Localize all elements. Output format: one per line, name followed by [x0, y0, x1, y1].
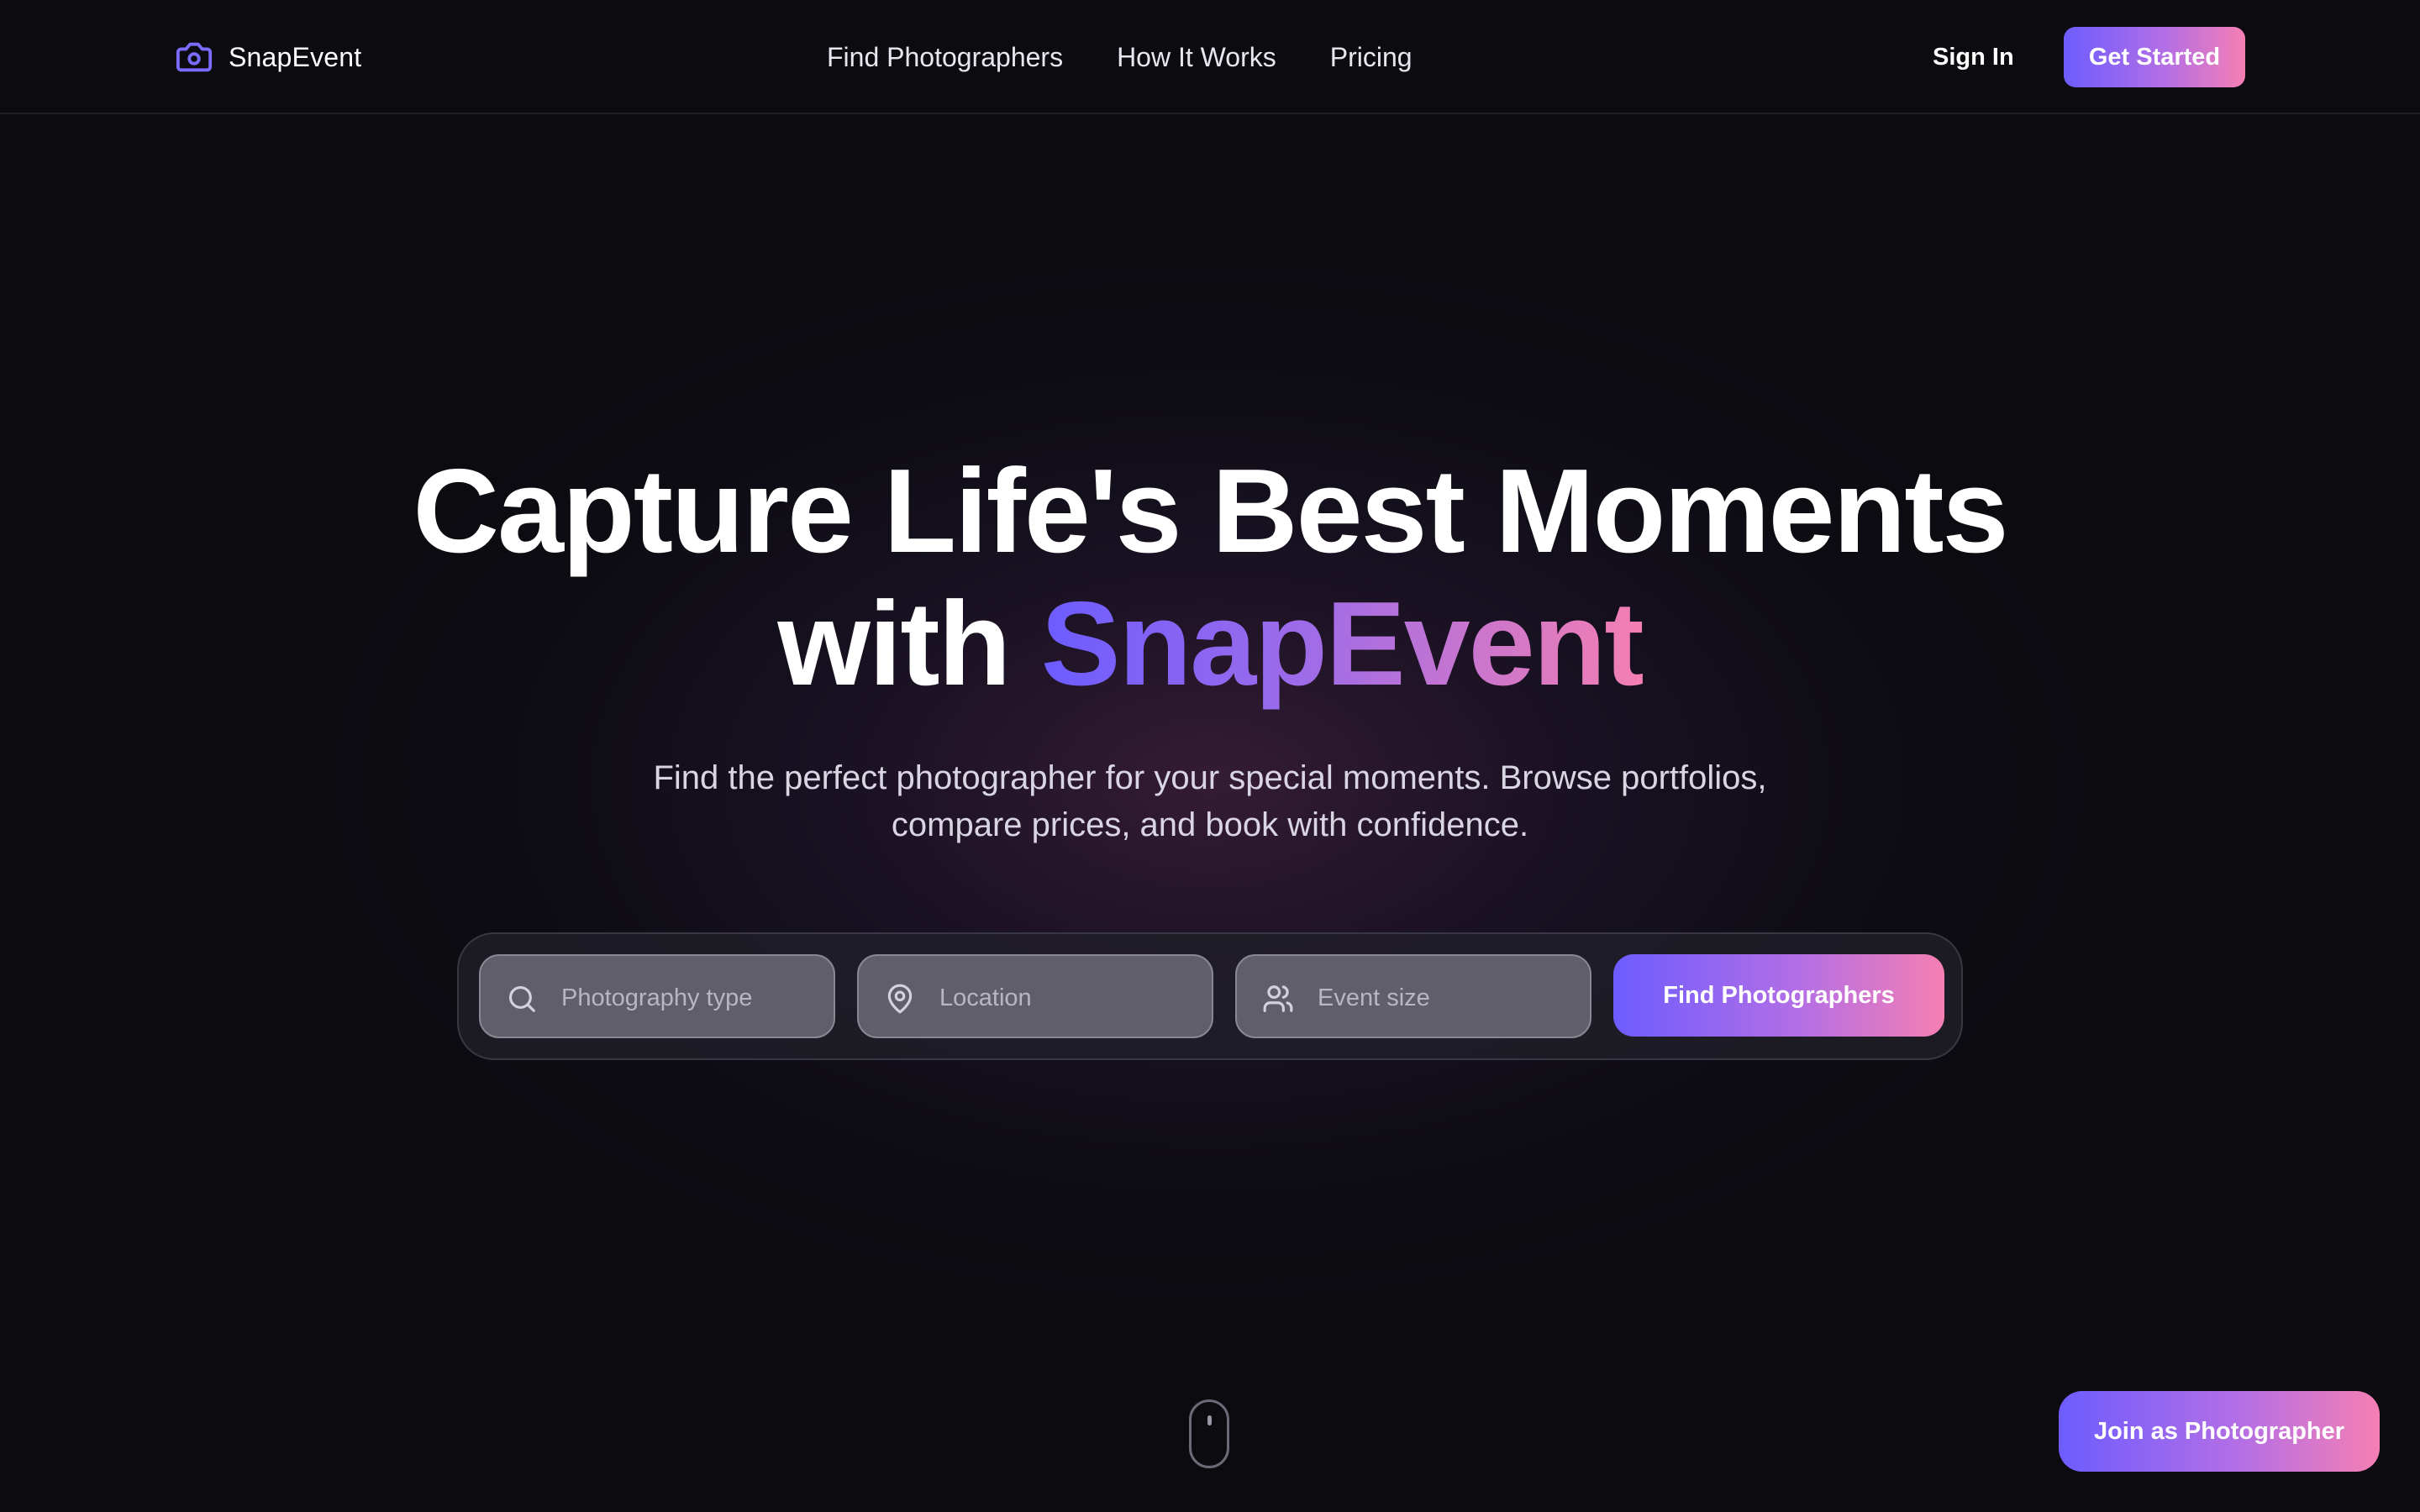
photography-type-input[interactable]: Photography type	[479, 954, 835, 1038]
location-input[interactable]: Location	[857, 954, 1213, 1038]
users-icon	[1263, 985, 1293, 1012]
hero-title-brand: SnapEvent	[1040, 577, 1644, 711]
camera-icon	[176, 42, 213, 72]
location-placeholder: Location	[939, 984, 1032, 1011]
hero-title: Capture Life's Best Moments with SnapEve…	[0, 445, 2420, 711]
brand-logo-link[interactable]: SnapEvent	[175, 37, 361, 77]
event-size-placeholder: Event size	[1318, 984, 1430, 1011]
hero-subtitle-line1: Find the perfect photographer for your s…	[653, 759, 1767, 796]
event-size-input[interactable]: Event size	[1235, 954, 1591, 1038]
get-started-button[interactable]: Get Started	[2064, 27, 2245, 87]
join-as-photographer-button[interactable]: Join as Photographer	[2059, 1391, 2380, 1472]
hero-title-with: with	[777, 577, 1011, 711]
scroll-mouse-icon[interactable]	[1189, 1399, 1229, 1468]
hero-subtitle-line2: compare prices, and book with confidence…	[891, 806, 1529, 843]
top-navbar: SnapEvent Find Photographers How It Work…	[0, 0, 2420, 114]
brand-name: SnapEvent	[229, 41, 362, 72]
search-bar: Photography type Location Event size Fin…	[457, 932, 1963, 1060]
sign-in-button[interactable]: Sign In	[1933, 37, 2014, 77]
map-pin-icon	[887, 984, 913, 1014]
nav-link-how-it-works[interactable]: How It Works	[1117, 42, 1276, 73]
find-photographers-button[interactable]: Find Photographers	[1613, 954, 1944, 1037]
search-icon	[508, 985, 535, 1012]
nav-link-pricing[interactable]: Pricing	[1330, 42, 1413, 73]
main-nav: Find Photographers How It Works Pricing	[827, 37, 1413, 77]
hero-title-line1: Capture Life's Best Moments	[413, 444, 2008, 578]
photography-type-placeholder: Photography type	[561, 984, 753, 1011]
nav-link-find-photographers[interactable]: Find Photographers	[827, 42, 1063, 73]
hero-subtitle: Find the perfect photographer for your s…	[538, 754, 1882, 848]
scroll-wheel-indicator	[1207, 1415, 1212, 1425]
